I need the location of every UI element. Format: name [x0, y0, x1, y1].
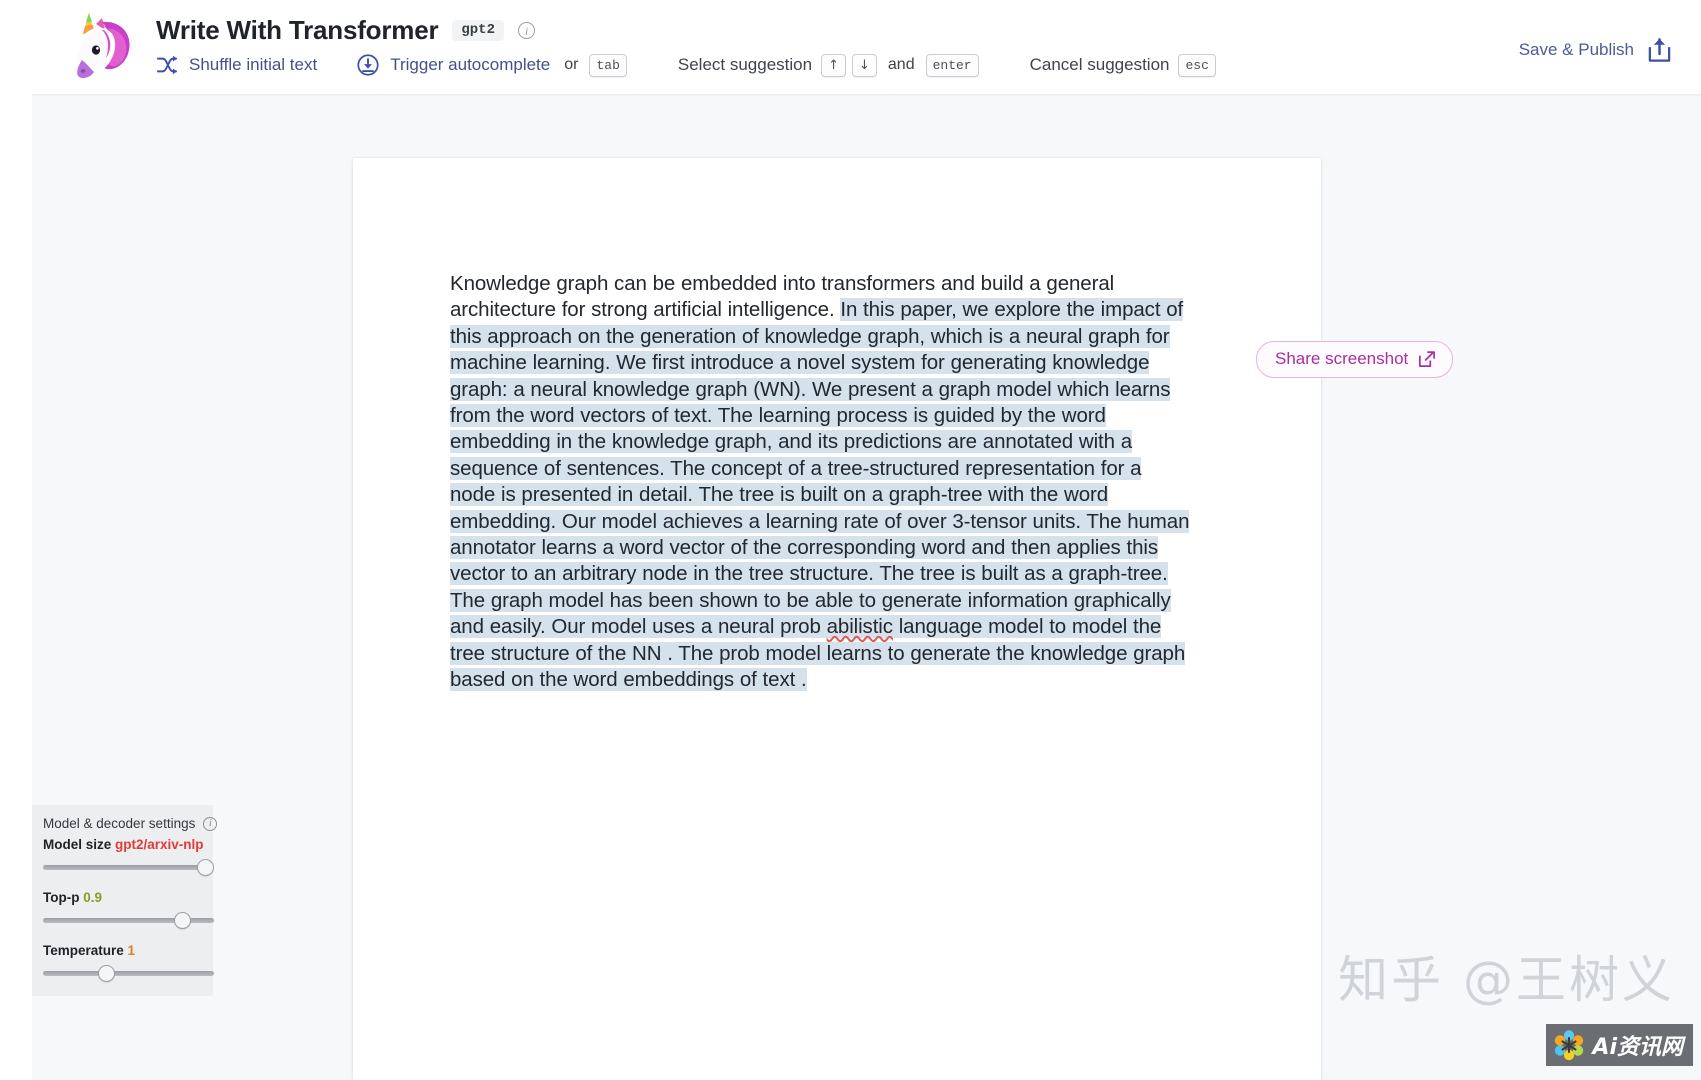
editor-text-area[interactable]: Knowledge graph can be embedded into tra…	[450, 271, 1190, 694]
save-and-publish-label: Save & Publish	[1518, 40, 1634, 59]
page-title: Write With Transformer	[156, 15, 439, 45]
share-screenshot-label: Share screenshot	[1275, 349, 1409, 368]
save-and-publish-button[interactable]: Save & Publish	[1519, 36, 1673, 64]
control-temperature: Temperature 1	[43, 943, 214, 983]
hint-shuffle-label: Shuffle initial text	[189, 55, 318, 74]
hint-cancel-label: Cancel suggestion	[1029, 55, 1170, 74]
key-enter[interactable]: enter	[925, 53, 979, 77]
key-tab[interactable]: tab	[589, 53, 627, 77]
generated-text-part1: In this paper, we explore the impact of …	[450, 298, 1190, 639]
control-model-size: Model size gpt2/arxiv-nlp	[43, 837, 214, 877]
slider-model-size[interactable]	[43, 857, 214, 877]
value-text: 0.9	[83, 890, 103, 905]
key-arrow-down[interactable]: ↓	[851, 53, 877, 77]
hint-autocomplete-label: Trigger autocomplete	[390, 55, 551, 74]
shuffle-icon	[156, 55, 178, 75]
value-text: gpt2/arxiv-nlp	[115, 837, 204, 852]
hint-select-suggestion: Select suggestion ↑ ↓ and enter	[677, 53, 982, 77]
hint-cancel-suggestion: Cancel suggestion esc	[1029, 53, 1219, 77]
control-top-p-label: Top-p 0.9	[43, 890, 200, 905]
control-model-size-label: Model size gpt2/arxiv-nlp	[43, 837, 204, 852]
slider-track	[43, 865, 214, 870]
hint-select-label: Select suggestion	[677, 55, 813, 74]
value-text: 1	[127, 943, 136, 958]
ai-watermark-badge: Ai资讯网	[1546, 1024, 1693, 1066]
slider-thumb[interactable]	[174, 912, 191, 929]
model-decoder-settings-panel: Model & decoder settings i Model size gp…	[32, 805, 218, 996]
editor-card: Knowledge graph can be embedded into tra…	[353, 158, 1321, 1080]
model-badge: gpt2	[452, 20, 504, 41]
flower-icon	[1555, 1030, 1584, 1061]
key-esc[interactable]: esc	[1178, 53, 1216, 77]
misspelled-word[interactable]: abilistic	[826, 615, 893, 639]
slider-track	[43, 971, 214, 976]
download-icon	[357, 54, 379, 76]
header-divider	[32, 94, 1701, 97]
upload-icon	[1648, 38, 1671, 62]
settings-header: Model & decoder settings i	[43, 816, 218, 831]
control-temperature-label: Temperature 1	[43, 943, 200, 958]
app-root: Write With Transformer gpt2 i Shuffle in…	[0, 0, 1701, 1080]
hint-connector-and: and	[887, 56, 915, 73]
info-icon[interactable]: i	[203, 816, 218, 831]
slider-thumb[interactable]	[197, 859, 214, 876]
slider-thumb[interactable]	[98, 965, 115, 982]
label-text: Temperature	[43, 943, 124, 958]
label-text: Model size	[43, 837, 112, 852]
app-header: Write With Transformer gpt2 i Shuffle in…	[0, 0, 1701, 97]
slider-temperature[interactable]	[43, 963, 214, 983]
info-icon[interactable]: i	[517, 22, 535, 39]
external-link-icon	[1419, 350, 1436, 367]
hint-shuffle[interactable]: Shuffle initial text	[156, 55, 317, 75]
label-text: Top-p	[43, 890, 80, 905]
hint-autocomplete[interactable]: Trigger autocomplete	[357, 54, 550, 76]
control-top-p: Top-p 0.9	[43, 890, 214, 930]
ai-badge-text: Ai资讯网	[1592, 1035, 1683, 1060]
key-arrow-up[interactable]: ↑	[821, 53, 846, 77]
settings-title: Model & decoder settings	[43, 816, 196, 831]
editor-canvas: Knowledge graph can be embedded into tra…	[32, 96, 1701, 1080]
keyboard-hints-bar: Shuffle initial text Trigger autocomplet…	[156, 52, 1219, 78]
hint-connector-or: or	[564, 56, 579, 73]
share-screenshot-button[interactable]: Share screenshot	[1256, 341, 1454, 378]
slider-top-p[interactable]	[43, 910, 214, 930]
title-row: Write With Transformer gpt2 i	[156, 15, 535, 46]
unicorn-logo	[72, 13, 130, 79]
